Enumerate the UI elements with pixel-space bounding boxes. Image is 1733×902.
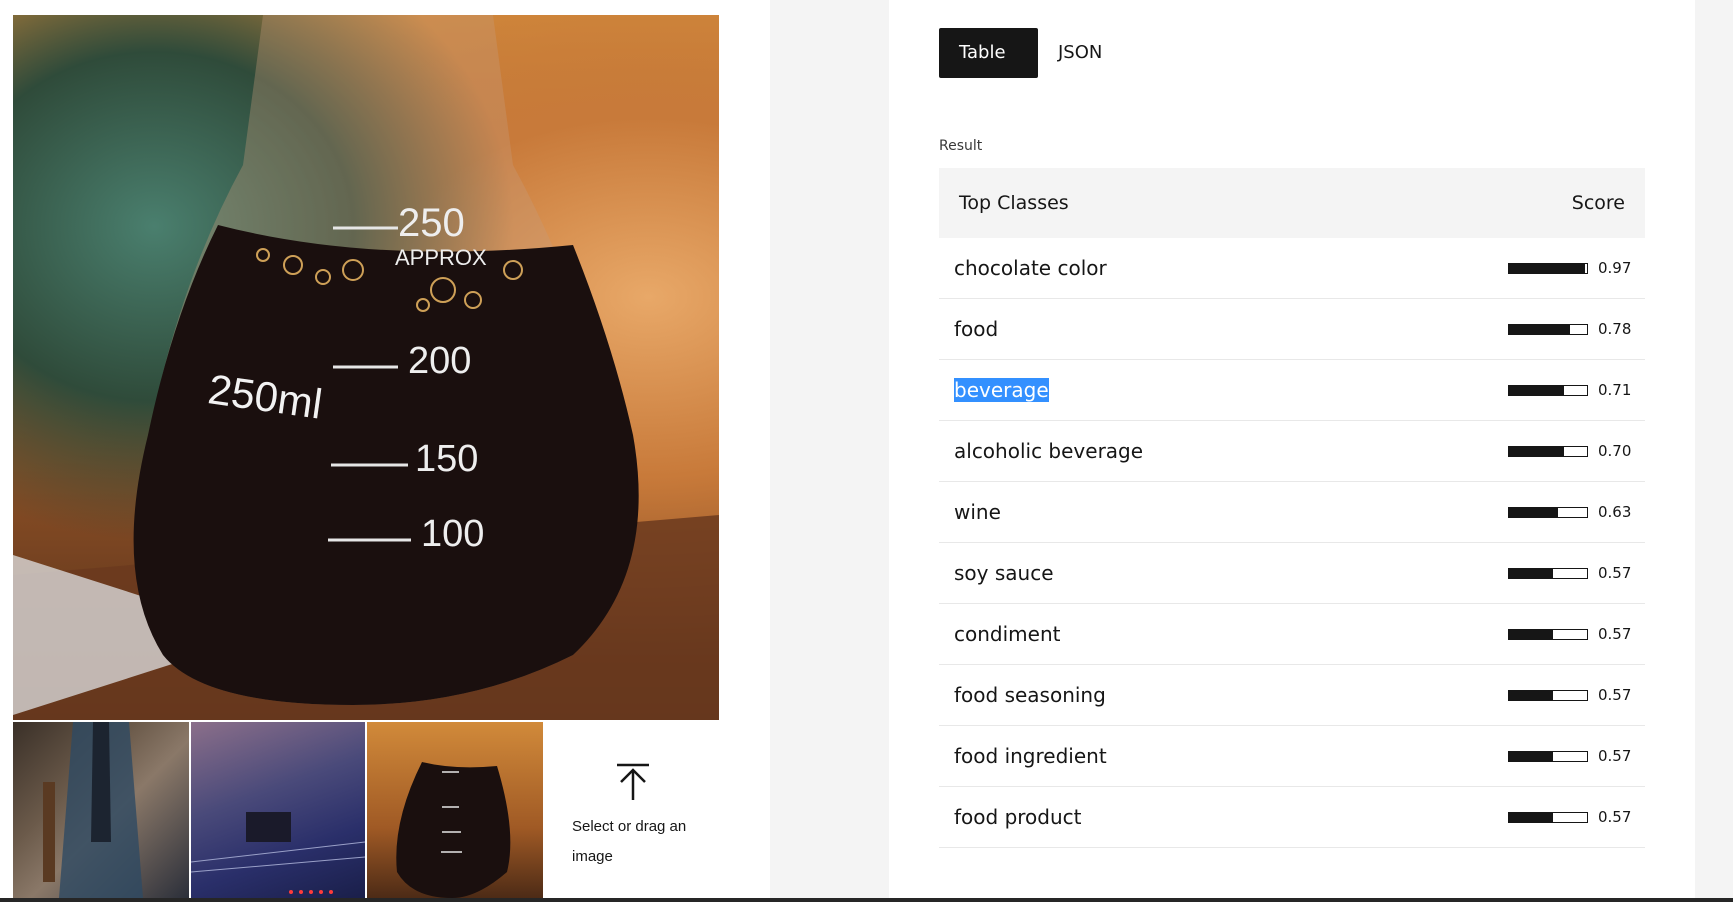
thumbnail-flask[interactable]	[367, 722, 543, 898]
score-bar	[1508, 689, 1588, 701]
flask-mark-200: 200	[408, 340, 472, 382]
row-label: chocolate color	[954, 256, 1107, 280]
score-value: 0.57	[1598, 686, 1632, 704]
flask-illustration	[13, 15, 719, 720]
flask-mark-150: 150	[415, 438, 479, 480]
score-cell: 0.57	[1508, 564, 1634, 582]
thumbnail-strip	[13, 722, 543, 898]
score-bar-fill	[1509, 324, 1570, 334]
score-value: 0.71	[1598, 381, 1632, 399]
table-row: beverage 0.71	[939, 360, 1645, 421]
score-cell: 0.57	[1508, 808, 1634, 826]
header-score: Score	[1571, 192, 1625, 214]
row-label: condiment	[954, 622, 1061, 646]
score-bar	[1508, 445, 1588, 457]
upload-text[interactable]: Select or drag an image	[572, 812, 722, 872]
main-image: 250 APPROX 200 150 100 250ml	[13, 15, 719, 720]
score-bar-fill	[1509, 690, 1554, 700]
table-row: wine 0.63	[939, 482, 1645, 543]
table-row: chocolate color 0.97	[939, 238, 1645, 299]
score-cell: 0.78	[1508, 320, 1634, 338]
flask-mark-100: 100	[421, 513, 485, 555]
score-cell: 0.63	[1508, 503, 1634, 521]
result-table: Top Classes Score chocolate color 0.97 foo…	[939, 168, 1645, 848]
score-cell: 0.57	[1508, 686, 1634, 704]
score-bar	[1508, 750, 1588, 762]
flask-mark-approx: APPROX	[395, 245, 487, 270]
score-value: 0.70	[1598, 442, 1632, 460]
tab-table[interactable]: Table	[939, 28, 1038, 78]
score-value: 0.63	[1598, 503, 1632, 521]
score-bar-fill	[1509, 446, 1564, 456]
score-value: 0.97	[1598, 259, 1632, 277]
tab-json[interactable]: JSON	[1038, 28, 1122, 78]
table-row: soy sauce 0.57	[939, 543, 1645, 604]
table-row: alcoholic beverage 0.70	[939, 421, 1645, 482]
score-value: 0.57	[1598, 747, 1632, 765]
score-bar	[1508, 567, 1588, 579]
score-bar-fill	[1509, 385, 1565, 395]
score-cell: 0.71	[1508, 381, 1634, 399]
score-bar	[1508, 323, 1588, 335]
score-bar	[1508, 506, 1588, 518]
score-bar	[1508, 384, 1588, 396]
view-tabs: Table JSON	[939, 28, 1122, 78]
score-bar-fill	[1509, 568, 1554, 578]
row-label: wine	[954, 500, 1001, 524]
score-bar-fill	[1509, 629, 1554, 639]
row-label: alcoholic beverage	[954, 439, 1144, 463]
score-cell: 0.97	[1508, 259, 1634, 277]
upload-area[interactable]: Select or drag an image	[545, 722, 765, 898]
header-top-classes: Top Classes	[959, 192, 1069, 214]
table-row: food 0.78	[939, 299, 1645, 360]
row-label: food product	[954, 805, 1082, 829]
score-bar-fill	[1509, 263, 1585, 273]
left-panel: 250 APPROX 200 150 100 250ml Select or d…	[0, 0, 770, 902]
score-bar-fill	[1509, 751, 1554, 761]
score-value: 0.57	[1598, 564, 1632, 582]
row-label: soy sauce	[954, 561, 1054, 585]
score-cell: 0.57	[1508, 747, 1634, 765]
score-bar-fill	[1509, 812, 1554, 822]
table-row: condiment 0.57	[939, 604, 1645, 665]
score-value: 0.57	[1598, 625, 1632, 643]
score-cell: 0.57	[1508, 625, 1634, 643]
score-cell: 0.70	[1508, 442, 1634, 460]
right-panel: Table JSON Result Top Classes Score choc…	[889, 0, 1695, 902]
result-label: Result	[939, 138, 983, 154]
flask-mark-250: 250	[398, 201, 465, 245]
table-row: food ingredient 0.57	[939, 726, 1645, 787]
upload-icon[interactable]	[615, 762, 651, 802]
bottom-strip	[0, 898, 1733, 902]
score-bar	[1508, 262, 1588, 274]
row-label: food	[954, 317, 999, 341]
score-bar	[1508, 811, 1588, 823]
row-label: food seasoning	[954, 683, 1106, 707]
circuit-board-icon	[191, 812, 365, 894]
score-value: 0.78	[1598, 320, 1632, 338]
thumbnail-man-jacket[interactable]	[13, 722, 189, 898]
row-label: beverage	[954, 378, 1049, 402]
thumbnail-circuit-board[interactable]	[191, 722, 365, 898]
row-label: food ingredient	[954, 744, 1107, 768]
score-bar	[1508, 628, 1588, 640]
table-row: food product 0.57	[939, 787, 1645, 848]
table-row: food seasoning 0.57	[939, 665, 1645, 726]
table-rows: chocolate color 0.97 food 0.78 beverage 0.71 a…	[939, 238, 1645, 848]
table-header: Top Classes Score	[939, 168, 1645, 238]
score-value: 0.57	[1598, 808, 1632, 826]
flask-thumb-icon	[396, 762, 511, 898]
man-jacket-icon	[43, 722, 143, 898]
score-bar-fill	[1509, 507, 1559, 517]
